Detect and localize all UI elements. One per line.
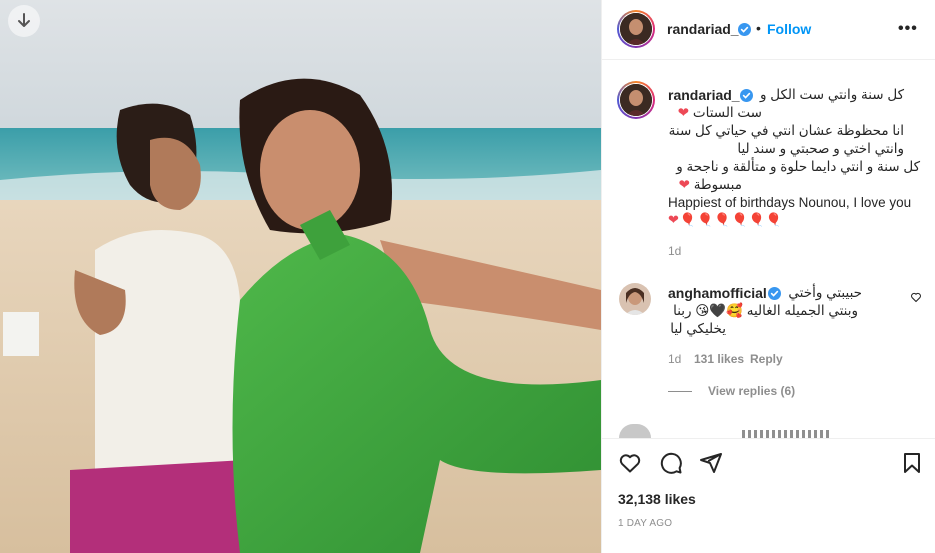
- like-count[interactable]: 32,138 likes: [618, 491, 696, 507]
- header-separator: •: [756, 20, 761, 36]
- view-replies-button[interactable]: View replies (6): [668, 384, 795, 398]
- post-author-username[interactable]: randariad_: [667, 21, 739, 37]
- caption-line-5: كل سنة و انتي دايما حلوة و متألقة و ناجح…: [676, 159, 920, 174]
- avatar-image: [620, 13, 652, 45]
- comment-verified-icon: [768, 287, 781, 300]
- caption-username[interactable]: randariad_: [668, 87, 740, 103]
- follow-button[interactable]: Follow: [767, 21, 811, 37]
- verified-badge-icon: [738, 23, 751, 36]
- caption-line-6: ❤ مبسوطة: [678, 177, 742, 192]
- next-comment-avatar: [619, 424, 651, 438]
- post-header: randariad_ • Follow •••: [602, 0, 935, 60]
- comment-likes[interactable]: 131 likes: [694, 352, 744, 366]
- more-options-button[interactable]: •••: [898, 20, 918, 38]
- caption-avatar[interactable]: [617, 81, 655, 119]
- save-bookmark-icon[interactable]: [900, 451, 924, 475]
- comment-username[interactable]: anghamofficial: [668, 285, 767, 301]
- comment-reply-button[interactable]: Reply: [750, 352, 783, 366]
- post-photo: [0, 0, 601, 553]
- download-button[interactable]: [8, 5, 40, 37]
- caption-time[interactable]: 1d: [668, 244, 681, 258]
- share-paper-plane-icon[interactable]: [699, 451, 723, 475]
- post-image[interactable]: [0, 0, 601, 553]
- post-timestamp[interactable]: 1 DAY AGO: [618, 518, 672, 529]
- next-comment-preview: [742, 430, 832, 438]
- comment-avatar[interactable]: [619, 283, 651, 315]
- post-side-panel: randariad_ • Follow ••• randariad_ كل سن: [601, 0, 935, 553]
- comment-avatar-image: [619, 283, 651, 315]
- download-icon: [18, 13, 30, 27]
- avatar[interactable]: [617, 10, 655, 48]
- comment-text-1: حبيبتي وأختي: [788, 285, 862, 300]
- comment-time[interactable]: 1d: [668, 352, 681, 366]
- comment-icon[interactable]: [659, 451, 683, 475]
- caption-line-3: انا محظوظة عشان انتي في حياتي كل سنة: [668, 123, 904, 138]
- caption-emoji-line: ❤🎈🎈🎈🎈🎈🎈: [668, 212, 784, 227]
- caption-line-1: كل سنة وانتي ست الكل و: [759, 87, 904, 102]
- caption-avatar-image: [620, 84, 652, 116]
- like-heart-icon[interactable]: [618, 451, 642, 475]
- comment-text-3: يخليكي ليا: [670, 321, 726, 336]
- heart-emoji-icon: ❤: [678, 177, 690, 192]
- replies-divider-line: [668, 391, 692, 393]
- caption-line-4: وانتي اختي و صحبتي و سند ليا: [737, 141, 904, 156]
- post-actions-bar: 32,138 likes 1 DAY AGO: [602, 438, 935, 553]
- caption-verified-icon: [740, 89, 753, 102]
- caption-line-7: Happiest of birthdays Nounou, I love you: [668, 195, 912, 210]
- caption-line-2: ❤ ست الستات: [677, 105, 762, 120]
- comment-like-heart-icon[interactable]: [910, 291, 922, 303]
- heart-emoji-icon: ❤: [677, 105, 690, 120]
- comment-text-2: وبنتي الجميله الغاليه 🥰🖤😘 ربنا: [673, 303, 858, 318]
